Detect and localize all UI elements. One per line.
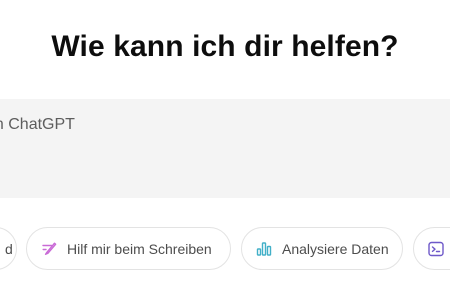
suggestion-label: Hilf mir beim Schreiben — [67, 240, 212, 257]
suggestion-label: d — [5, 240, 13, 257]
page-title: Wie kann ich dir helfen? — [51, 30, 399, 63]
suggestion-label: Analysiere Daten — [282, 240, 389, 257]
suggestion-chip-analyze[interactable]: Analysiere Daten — [241, 227, 403, 270]
bar-chart-icon — [255, 240, 273, 258]
suggestion-chip-write[interactable]: Hilf mir beim Schreiben — [26, 227, 231, 270]
terminal-icon — [427, 240, 445, 258]
chatgpt-home: Wie kann ich dir helfen? an ChatGPT d Hi… — [0, 0, 450, 300]
pen-icon — [40, 240, 58, 258]
message-input-placeholder: an ChatGPT — [0, 116, 75, 133]
suggestion-chip-partial[interactable]: d — [0, 227, 17, 270]
suggestion-chip-code[interactable] — [413, 227, 450, 270]
message-composer[interactable]: an ChatGPT — [0, 99, 450, 198]
